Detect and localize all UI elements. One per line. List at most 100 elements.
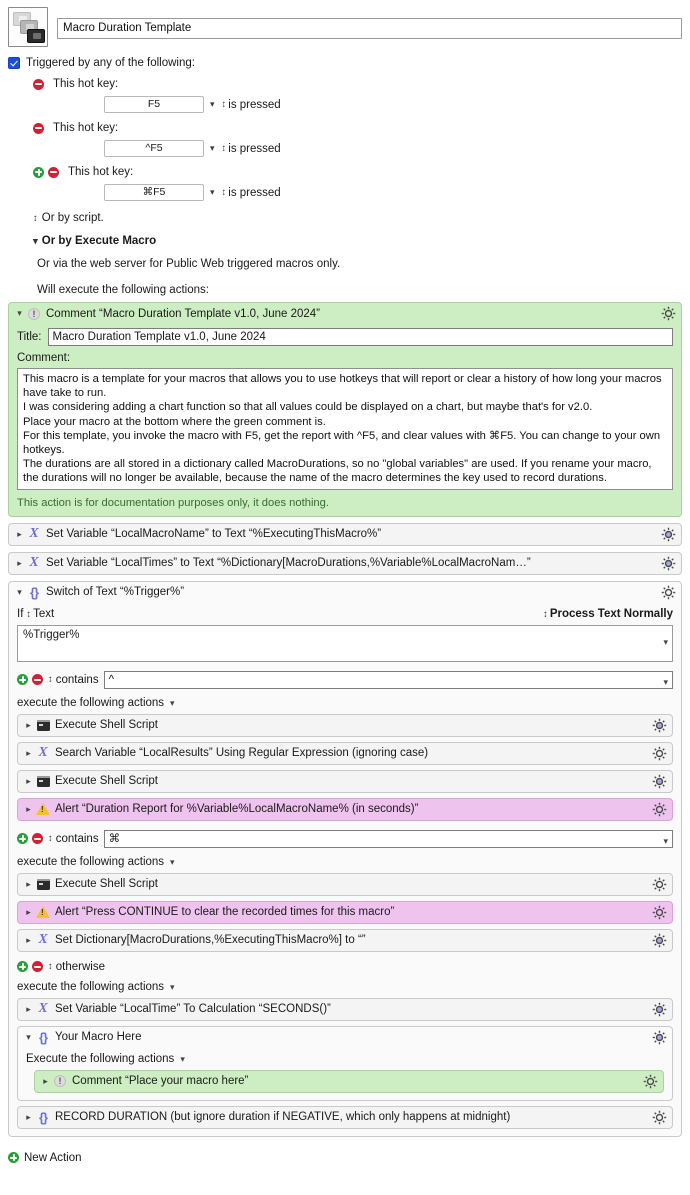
action-titlebar[interactable]: ▸ X Set Variable “LocalTimes” to Text “%… — [9, 553, 681, 574]
gear-icon[interactable] — [652, 718, 667, 733]
action-set-dictionary[interactable]: ▸ X Set Dictionary[MacroDurations,%Execu… — [17, 928, 673, 952]
gear-icon[interactable] — [661, 306, 676, 321]
switch-process-row[interactable]: ↕ Process Text Normally — [540, 608, 673, 620]
chevron-down-icon[interactable]: ▾ — [210, 187, 215, 198]
comment-title-input[interactable]: Macro Duration Template v1.0, June 2024 — [47, 328, 673, 346]
action-titlebar[interactable]: ▸ X Search Variable “LocalResults” Using… — [18, 743, 672, 764]
chevron-down-icon[interactable]: ▾ — [33, 236, 38, 247]
chevron-down-icon[interactable]: ▾ — [170, 857, 175, 867]
remove-case-icon[interactable] — [32, 833, 43, 845]
gear-icon[interactable] — [652, 933, 667, 948]
up-down-icon[interactable]: ↕ — [48, 961, 53, 972]
action-set-variable-localtime[interactable]: ▸ X Set Variable “LocalTime” To Calculat… — [17, 997, 673, 1021]
chevron-down-icon[interactable]: ▾ — [180, 1054, 185, 1064]
action-titlebar[interactable]: ▸ X Set Variable “LocalMacroName” to Tex… — [9, 524, 681, 545]
disclosure-closed-icon[interactable]: ▸ — [24, 935, 33, 946]
add-icon[interactable] — [8, 1152, 19, 1164]
remove-trigger-icon[interactable] — [33, 78, 44, 90]
disclosure-closed-icon[interactable]: ▸ — [24, 720, 33, 731]
disclosure-open-icon[interactable]: ▾ — [24, 1032, 33, 1043]
disclosure-closed-icon[interactable]: ▸ — [24, 1004, 33, 1015]
disclosure-closed-icon[interactable]: ▸ — [24, 776, 33, 787]
disclosure-open-icon[interactable]: ▾ — [15, 308, 24, 319]
action-comment[interactable]: ▾ ! Comment “Macro Duration Template v1.… — [8, 302, 682, 517]
add-case-icon[interactable] — [17, 833, 28, 845]
remove-trigger-icon[interactable] — [48, 166, 59, 178]
action-titlebar[interactable]: ▸ X Set Variable “LocalTime” To Calculat… — [18, 999, 672, 1020]
action-titlebar[interactable]: ▸ Execute Shell Script — [18, 874, 672, 895]
action-titlebar[interactable]: ▸ Alert “Duration Report for %Variable%L… — [18, 799, 672, 820]
action-titlebar[interactable]: ▸ Alert “Press CONTINUE to clear the rec… — [18, 902, 672, 923]
action-execute-shell-script[interactable]: ▸ Execute Shell Script — [17, 769, 673, 793]
action-titlebar[interactable]: ▾ {} Your Macro Here — [18, 1027, 672, 1048]
remove-case-icon[interactable] — [32, 674, 43, 686]
disclosure-closed-icon[interactable]: ▸ — [24, 1112, 33, 1123]
up-down-icon[interactable]: ↕ — [543, 609, 548, 620]
remove-trigger-icon[interactable] — [33, 122, 44, 134]
up-down-icon[interactable]: ↕ — [222, 99, 227, 110]
chevron-down-icon[interactable]: ▾ — [170, 982, 175, 992]
gear-icon[interactable] — [652, 802, 667, 817]
action-comment-place-macro[interactable]: ▸ ! Comment “Place your macro here” — [34, 1069, 664, 1093]
chevron-down-icon[interactable]: ▾ — [663, 637, 668, 648]
gear-icon[interactable] — [661, 527, 676, 542]
new-action-button[interactable]: New Action — [0, 1143, 690, 1164]
action-set-variable-localmacroname[interactable]: ▸ X Set Variable “LocalMacroName” to Tex… — [8, 522, 682, 546]
up-down-icon[interactable]: ↕ — [222, 143, 227, 154]
action-comment-titlebar[interactable]: ▾ ! Comment “Macro Duration Template v1.… — [9, 303, 681, 324]
chevron-down-icon[interactable]: ▾ — [210, 143, 215, 154]
case-value-input[interactable]: ⌘ ▾ — [103, 829, 673, 849]
up-down-icon[interactable]: ↕ — [26, 609, 31, 620]
disclosure-closed-icon[interactable]: ▸ — [24, 804, 33, 815]
chevron-down-icon[interactable]: ▾ — [663, 833, 668, 849]
gear-icon[interactable] — [652, 746, 667, 761]
up-down-icon[interactable]: ↕ — [48, 674, 53, 685]
or-by-script-row[interactable]: ↕ Or by script. — [8, 212, 682, 224]
action-titlebar[interactable]: ▸ ! Comment “Place your macro here” — [35, 1071, 663, 1092]
action-switch[interactable]: ▾ {} Switch of Text “%Trigger%” If ↕ Text … — [8, 580, 682, 1137]
case-operator-label[interactable]: contains — [56, 674, 99, 686]
up-down-icon[interactable]: ↕ — [33, 213, 38, 224]
hotkey-field[interactable]: ^F5 — [104, 140, 204, 157]
action-alert-duration-report[interactable]: ▸ Alert “Duration Report for %Variable%L… — [17, 797, 673, 821]
disclosure-closed-icon[interactable]: ▸ — [15, 529, 24, 540]
triggered-by-checkbox[interactable] — [8, 57, 20, 69]
disclosure-closed-icon[interactable]: ▸ — [24, 907, 33, 918]
gear-icon[interactable] — [661, 585, 676, 600]
macro-stack-icon[interactable] — [8, 7, 48, 47]
action-alert-clear-times[interactable]: ▸ Alert “Press CONTINUE to clear the rec… — [17, 900, 673, 924]
disclosure-closed-icon[interactable]: ▸ — [15, 558, 24, 569]
macro-name-input[interactable]: Macro Duration Template — [57, 18, 682, 39]
chevron-down-icon[interactable]: ▾ — [170, 698, 175, 708]
action-set-variable-localtimes[interactable]: ▸ X Set Variable “LocalTimes” to Text “%… — [8, 551, 682, 575]
gear-icon[interactable] — [652, 1110, 667, 1125]
up-down-icon[interactable]: ↕ — [48, 833, 53, 844]
chevron-down-icon[interactable]: ▾ — [663, 674, 668, 690]
chevron-down-icon[interactable]: ▾ — [210, 99, 215, 110]
remove-case-icon[interactable] — [32, 961, 43, 973]
disclosure-closed-icon[interactable]: ▸ — [24, 748, 33, 759]
case-operator-label[interactable]: contains — [56, 833, 99, 845]
hotkey-field[interactable]: F5 — [104, 96, 204, 113]
gear-icon[interactable] — [643, 1074, 658, 1089]
comment-text-area[interactable]: This macro is a template for your macros… — [17, 368, 673, 490]
add-trigger-icon[interactable] — [33, 166, 44, 178]
gear-icon[interactable] — [652, 877, 667, 892]
action-titlebar[interactable]: ▸ Execute Shell Script — [18, 771, 672, 792]
up-down-icon[interactable]: ↕ — [222, 187, 227, 198]
disclosure-open-icon[interactable]: ▾ — [15, 587, 24, 598]
or-by-execute-macro-row[interactable]: ▾ Or by Execute Macro — [8, 235, 682, 247]
case-exec-label-1[interactable]: execute the following actions ▾ — [17, 697, 673, 709]
action-titlebar[interactable]: ▸ X Set Dictionary[MacroDurations,%Execu… — [18, 930, 672, 951]
group-exec-label[interactable]: Execute the following actions ▾ — [26, 1053, 664, 1065]
action-titlebar[interactable]: ▸ {} RECORD DURATION (but ignore duratio… — [18, 1107, 672, 1128]
action-group-your-macro-here[interactable]: ▾ {} Your Macro Here Execute the followi… — [17, 1025, 673, 1101]
disclosure-closed-icon[interactable]: ▸ — [41, 1076, 50, 1087]
add-case-icon[interactable] — [17, 674, 28, 686]
otherwise-exec-label[interactable]: execute the following actions ▾ — [17, 981, 673, 993]
otherwise-operator-label[interactable]: otherwise — [56, 961, 105, 973]
gear-icon[interactable] — [661, 556, 676, 571]
switch-source-input[interactable]: %Trigger% ▾ — [17, 624, 673, 662]
hotkey-field[interactable]: ⌘F5 — [104, 184, 204, 201]
gear-icon[interactable] — [652, 1002, 667, 1017]
